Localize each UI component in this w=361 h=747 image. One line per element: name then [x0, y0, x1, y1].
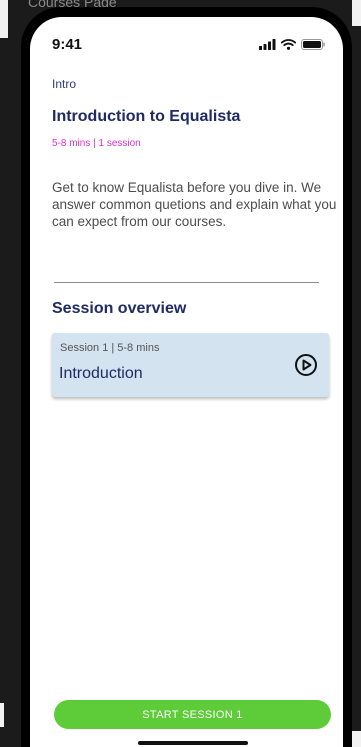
home-indicator: [138, 741, 248, 745]
session-title: Introduction: [59, 365, 143, 382]
status-bar: 9:41: [52, 33, 325, 55]
session-card[interactable]: Session 1 | 5-8 mins Introduction: [52, 333, 329, 397]
course-meta: 5-8 mins | 1 session: [52, 138, 141, 149]
edge-mark: [0, 0, 8, 38]
status-time: 9:41: [52, 35, 83, 53]
edge-mark: [352, 0, 361, 26]
phone-frame: 9:41 Intro Introduction to Equalista 5-8…: [21, 7, 352, 747]
signal-icon: [259, 38, 276, 50]
play-icon[interactable]: [294, 353, 318, 377]
wifi-icon: [281, 38, 296, 50]
course-description: Get to know Equalista before you dive in…: [52, 180, 337, 229]
status-icons: [259, 38, 325, 50]
start-session-button[interactable]: START SESSION 1: [54, 700, 331, 729]
edge-mark: [352, 731, 361, 747]
page-title: Introduction to Equalista: [52, 108, 241, 125]
app-screen: 9:41 Intro Introduction to Equalista 5-8…: [30, 17, 343, 747]
divider: [54, 282, 319, 283]
edge-mark: [0, 703, 4, 727]
breadcrumb[interactable]: Intro: [52, 77, 76, 91]
section-title: Session overview: [52, 300, 187, 317]
session-meta: Session 1 | 5-8 mins: [60, 342, 160, 354]
battery-icon: [301, 38, 325, 50]
